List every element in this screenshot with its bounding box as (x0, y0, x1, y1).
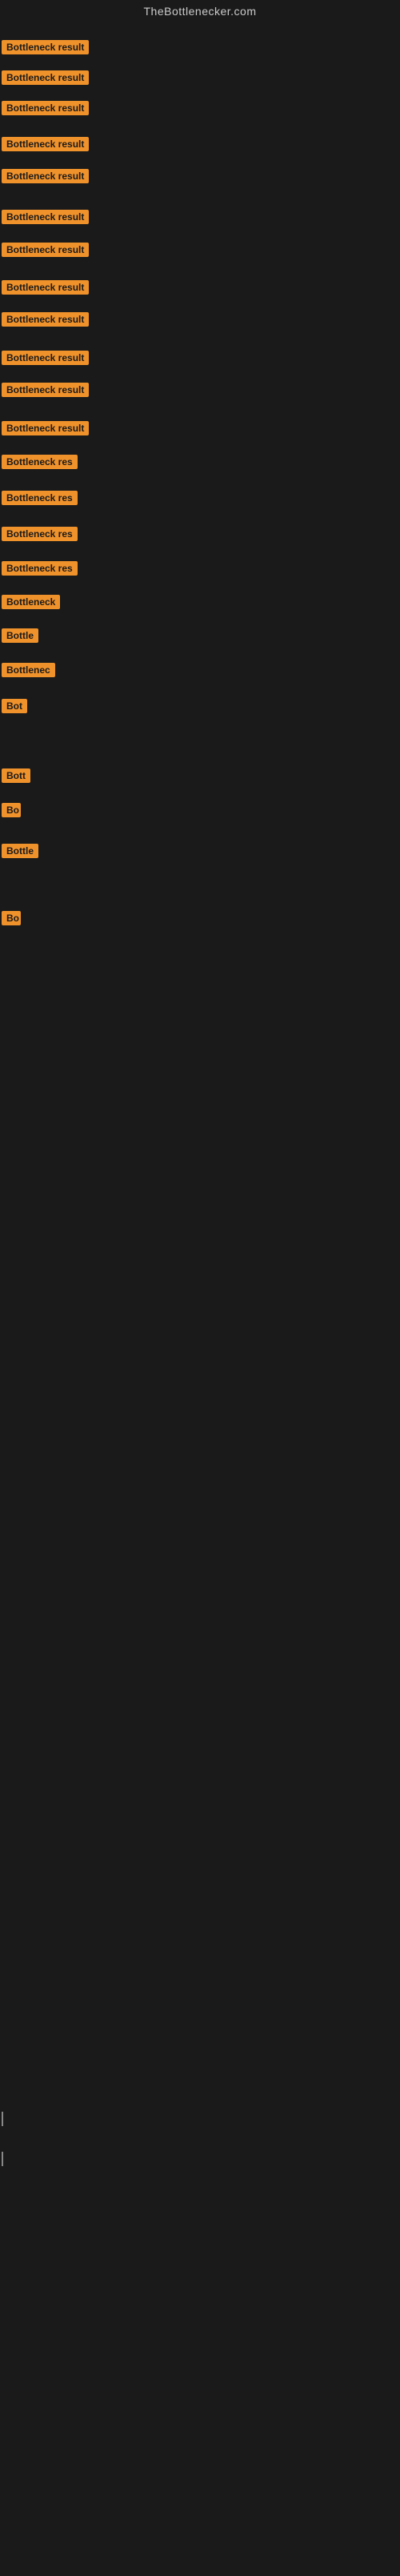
result-row-16: Bottleneck res (2, 561, 78, 580)
result-row-21: Bott (2, 768, 30, 787)
bottleneck-badge-2: Bottleneck result (2, 70, 89, 85)
bottleneck-badge-11: Bottleneck result (2, 383, 89, 397)
bottleneck-badge-14: Bottleneck res (2, 491, 78, 505)
result-row-5: Bottleneck result (2, 169, 89, 187)
result-row-23: Bottle (2, 844, 38, 862)
bottleneck-badge-13: Bottleneck res (2, 455, 78, 469)
result-row-6: Bottleneck result (2, 210, 89, 228)
result-row-13: Bottleneck res (2, 455, 78, 473)
results-container: Bottleneck result Bottleneck result Bottle… (0, 22, 400, 2576)
bottleneck-badge-21: Bott (2, 768, 30, 783)
result-row-9: Bottleneck result (2, 312, 89, 331)
line-25 (2, 2112, 3, 2126)
result-row-4: Bottleneck result (2, 137, 89, 155)
bottleneck-badge-8: Bottleneck result (2, 280, 89, 295)
bottleneck-badge-24: Bo (2, 911, 21, 925)
result-row-20: Bot (2, 699, 27, 717)
bottleneck-badge-19: Bottlenec (2, 663, 55, 677)
result-row-11: Bottleneck result (2, 383, 89, 401)
bottleneck-badge-10: Bottleneck result (2, 351, 89, 365)
bottleneck-badge-20: Bot (2, 699, 27, 713)
result-row-18: Bottle (2, 628, 38, 647)
bottleneck-badge-7: Bottleneck result (2, 243, 89, 257)
result-row-2: Bottleneck result (2, 70, 89, 89)
site-title: TheBottlenecker.com (0, 0, 400, 22)
bottleneck-badge-6: Bottleneck result (2, 210, 89, 224)
bottleneck-badge-15: Bottleneck res (2, 527, 78, 541)
bottleneck-badge-12: Bottleneck result (2, 421, 89, 435)
result-row-12: Bottleneck result (2, 421, 89, 439)
bottleneck-badge-9: Bottleneck result (2, 312, 89, 327)
line-26 (2, 2152, 3, 2166)
result-row-1: Bottleneck result (2, 40, 89, 58)
result-row-15: Bottleneck res (2, 527, 78, 545)
bottleneck-badge-5: Bottleneck result (2, 169, 89, 183)
result-row-17: Bottleneck (2, 595, 60, 613)
result-row-3: Bottleneck result (2, 101, 89, 119)
bottleneck-badge-16: Bottleneck res (2, 561, 78, 576)
bottleneck-badge-3: Bottleneck result (2, 101, 89, 115)
result-row-7: Bottleneck result (2, 243, 89, 261)
result-row-22: Bo (2, 803, 21, 821)
result-row-8: Bottleneck result (2, 280, 89, 299)
bottleneck-badge-23: Bottle (2, 844, 38, 858)
bottleneck-badge-4: Bottleneck result (2, 137, 89, 151)
result-row-10: Bottleneck result (2, 351, 89, 369)
bottleneck-badge-17: Bottleneck (2, 595, 60, 609)
bottleneck-badge-22: Bo (2, 803, 21, 817)
bottleneck-badge-18: Bottle (2, 628, 38, 643)
result-row-14: Bottleneck res (2, 491, 78, 509)
result-row-19: Bottlenec (2, 663, 55, 681)
result-row-24: Bo (2, 911, 21, 929)
bottleneck-badge-1: Bottleneck result (2, 40, 89, 54)
